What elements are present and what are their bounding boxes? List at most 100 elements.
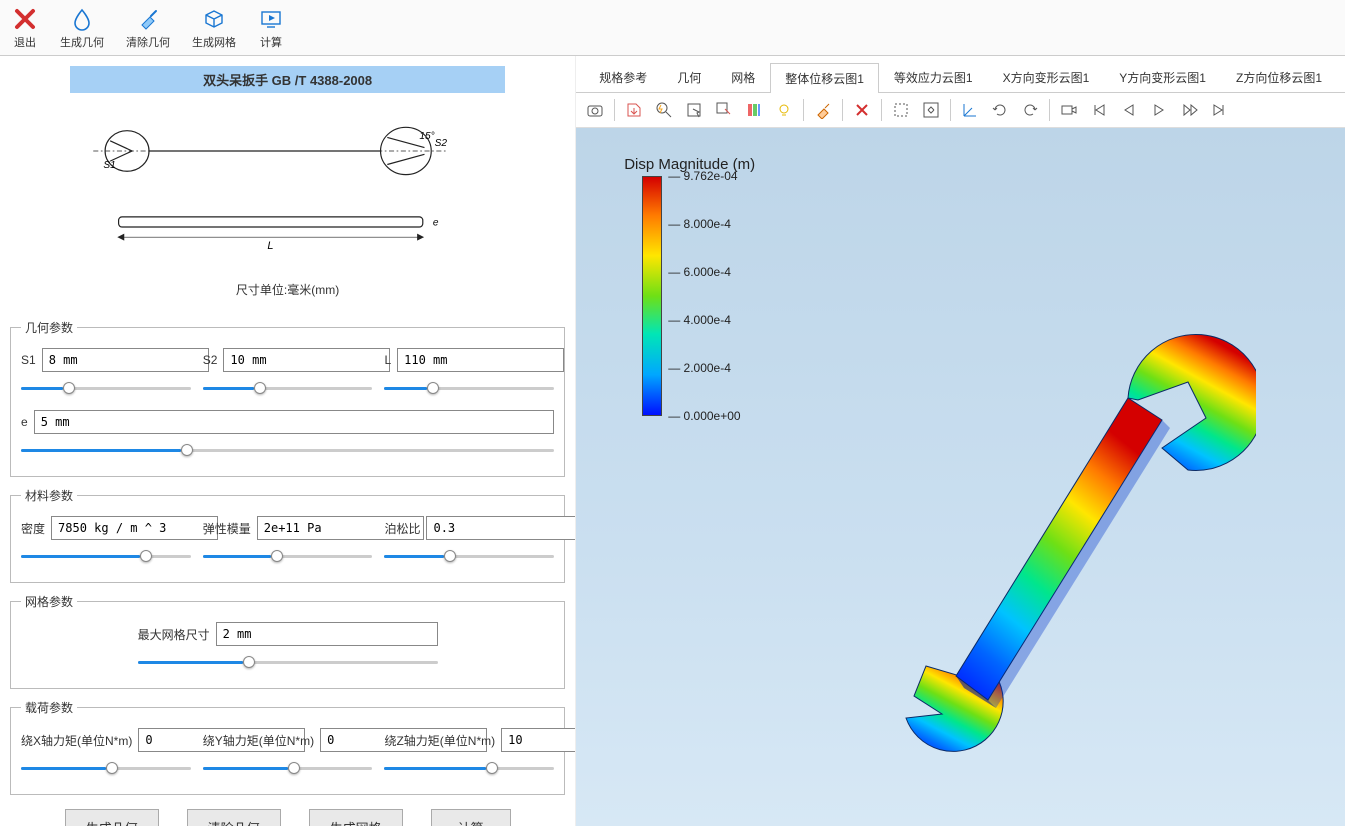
wrench-diagram-svg: S1 S2 15° L e — [51, 104, 524, 274]
ribbon-label: 生成网格 — [192, 34, 236, 50]
wrench-result — [756, 188, 1256, 808]
cube-mesh-icon — [201, 6, 227, 32]
label-maxsize: 最大网格尺寸 — [138, 626, 210, 643]
tab-disp[interactable]: 整体位移云图1 — [770, 63, 879, 93]
ribbon-label: 生成几何 — [60, 34, 104, 50]
spec-diagram: S1 S2 15° L e 尺寸单位:毫米(mm) — [10, 99, 565, 309]
label-density: 密度 — [21, 520, 45, 537]
svg-text:S1: S1 — [103, 160, 115, 171]
spec-title: 双头呆扳手 GB /T 4388-2008 — [70, 66, 505, 93]
fieldset-mesh: 网格参数 最大网格尺寸 — [10, 593, 565, 689]
input-density[interactable] — [51, 516, 218, 540]
slider-mx[interactable] — [21, 760, 191, 778]
svg-text:S2: S2 — [435, 138, 448, 149]
tab-dispz[interactable]: Z方向位移云图1 — [1221, 62, 1337, 92]
fit-view-icon[interactable] — [918, 97, 944, 123]
slider-density[interactable] — [21, 548, 191, 566]
slider-s2[interactable] — [203, 380, 373, 398]
ribbon-gen-geom[interactable]: 生成几何 — [58, 4, 106, 52]
top-ribbon: 退出 生成几何 清除几何 生成网格 计算 — [0, 0, 1345, 56]
export-icon[interactable] — [621, 97, 647, 123]
tab-stress[interactable]: 等效应力云图1 — [879, 62, 988, 92]
play-icon[interactable] — [1146, 97, 1172, 123]
label-poisson: 泊松比 — [384, 520, 420, 537]
diagram-caption: 尺寸单位:毫米(mm) — [51, 281, 524, 298]
record-icon[interactable] — [1056, 97, 1082, 123]
fieldset-material: 材料参数 密度 弹性模量 — [10, 487, 565, 583]
zoom-lightning-icon[interactable] — [651, 97, 677, 123]
tab-defy[interactable]: Y方向变形云图1 — [1104, 62, 1221, 92]
step-back-icon[interactable] — [1116, 97, 1142, 123]
slider-L[interactable] — [384, 380, 554, 398]
label-mz: 绕Z轴力矩(单位N*m) — [384, 732, 495, 749]
ribbon-label: 清除几何 — [126, 34, 170, 50]
legend-mesh: 网格参数 — [21, 593, 77, 610]
select-box-icon[interactable] — [888, 97, 914, 123]
select-rect-icon[interactable] — [681, 97, 707, 123]
fieldset-geom: 几何参数 S1 S2 — [10, 319, 565, 477]
input-s2[interactable] — [223, 348, 390, 372]
tab-defx[interactable]: X方向变形云图1 — [988, 62, 1105, 92]
slider-poisson[interactable] — [384, 548, 554, 566]
play-screen-icon — [258, 6, 284, 32]
btn-clear-geom[interactable]: 清除几何 — [187, 809, 281, 826]
step-fwd-icon[interactable] — [1176, 97, 1202, 123]
tab-spec[interactable]: 规格参考 — [584, 62, 662, 92]
label-mx: 绕X轴力矩(单位N*m) — [21, 732, 132, 749]
btn-gen-mesh[interactable]: 生成网格 — [309, 809, 403, 826]
right-panel: 规格参考 几何 网格 整体位移云图1 等效应力云图1 X方向变形云图1 Y方向变… — [575, 56, 1345, 826]
svg-text:e: e — [433, 217, 439, 228]
delete-icon[interactable] — [849, 97, 875, 123]
slider-young[interactable] — [203, 548, 373, 566]
slider-maxsize[interactable] — [138, 654, 438, 672]
input-maxsize[interactable] — [216, 622, 438, 646]
label-s1: S1 — [21, 353, 36, 367]
skip-end-icon[interactable] — [1206, 97, 1232, 123]
input-s1[interactable] — [42, 348, 209, 372]
view-toolbar — [576, 93, 1345, 128]
ribbon-clear-geom[interactable]: 清除几何 — [124, 4, 172, 52]
result-tabs: 规格参考 几何 网格 整体位移云图1 等效应力云图1 X方向变形云图1 Y方向变… — [576, 56, 1345, 93]
svg-text:L: L — [267, 240, 273, 252]
cb-tick: 6.000e-4 — [668, 265, 731, 279]
cb-tick: 2.000e-4 — [668, 361, 731, 375]
slider-mz[interactable] — [384, 760, 554, 778]
fieldset-load: 载荷参数 绕X轴力矩(单位N*m) 绕Y轴力矩(单位N*m) — [10, 699, 565, 795]
rotate-cw-icon[interactable] — [1017, 97, 1043, 123]
input-L[interactable] — [397, 348, 564, 372]
slider-s1[interactable] — [21, 380, 191, 398]
input-poisson[interactable] — [426, 516, 575, 540]
legend-load: 载荷参数 — [21, 699, 77, 716]
cb-tick: 0.000e+00 — [668, 409, 740, 423]
input-mz[interactable] — [501, 728, 575, 752]
label-s2: S2 — [203, 353, 218, 367]
ribbon-compute[interactable]: 计算 — [256, 4, 286, 52]
skip-start-icon[interactable] — [1086, 97, 1112, 123]
axes-icon[interactable] — [957, 97, 983, 123]
rotate-ccw-icon[interactable] — [987, 97, 1013, 123]
camera-icon[interactable] — [582, 97, 608, 123]
svg-text:15°: 15° — [419, 131, 434, 142]
drop-icon — [69, 6, 95, 32]
legend-material: 材料参数 — [21, 487, 77, 504]
cb-tick: 8.000e-4 — [668, 217, 731, 231]
btn-compute[interactable]: 计算 — [431, 809, 511, 826]
color-legend-icon[interactable] — [741, 97, 767, 123]
btn-gen-geom[interactable]: 生成几何 — [65, 809, 159, 826]
bulb-icon[interactable] — [771, 97, 797, 123]
slider-my[interactable] — [203, 760, 373, 778]
viewport-3d[interactable]: Disp Magnitude (m) 9.762e-04 8.000e-4 6.… — [576, 128, 1345, 826]
cb-tick: 9.762e-04 — [668, 169, 737, 183]
colorbar — [642, 176, 662, 416]
clean-icon[interactable] — [810, 97, 836, 123]
ribbon-gen-mesh[interactable]: 生成网格 — [190, 4, 238, 52]
tab-geom[interactable]: 几何 — [662, 62, 716, 92]
tab-mesh[interactable]: 网格 — [716, 62, 770, 92]
brush-icon — [135, 6, 161, 32]
slider-e[interactable] — [21, 442, 554, 460]
edit-icon[interactable] — [711, 97, 737, 123]
input-e[interactable] — [34, 410, 555, 434]
ribbon-label: 计算 — [260, 34, 282, 50]
label-e: e — [21, 415, 28, 429]
ribbon-exit[interactable]: 退出 — [10, 4, 40, 52]
